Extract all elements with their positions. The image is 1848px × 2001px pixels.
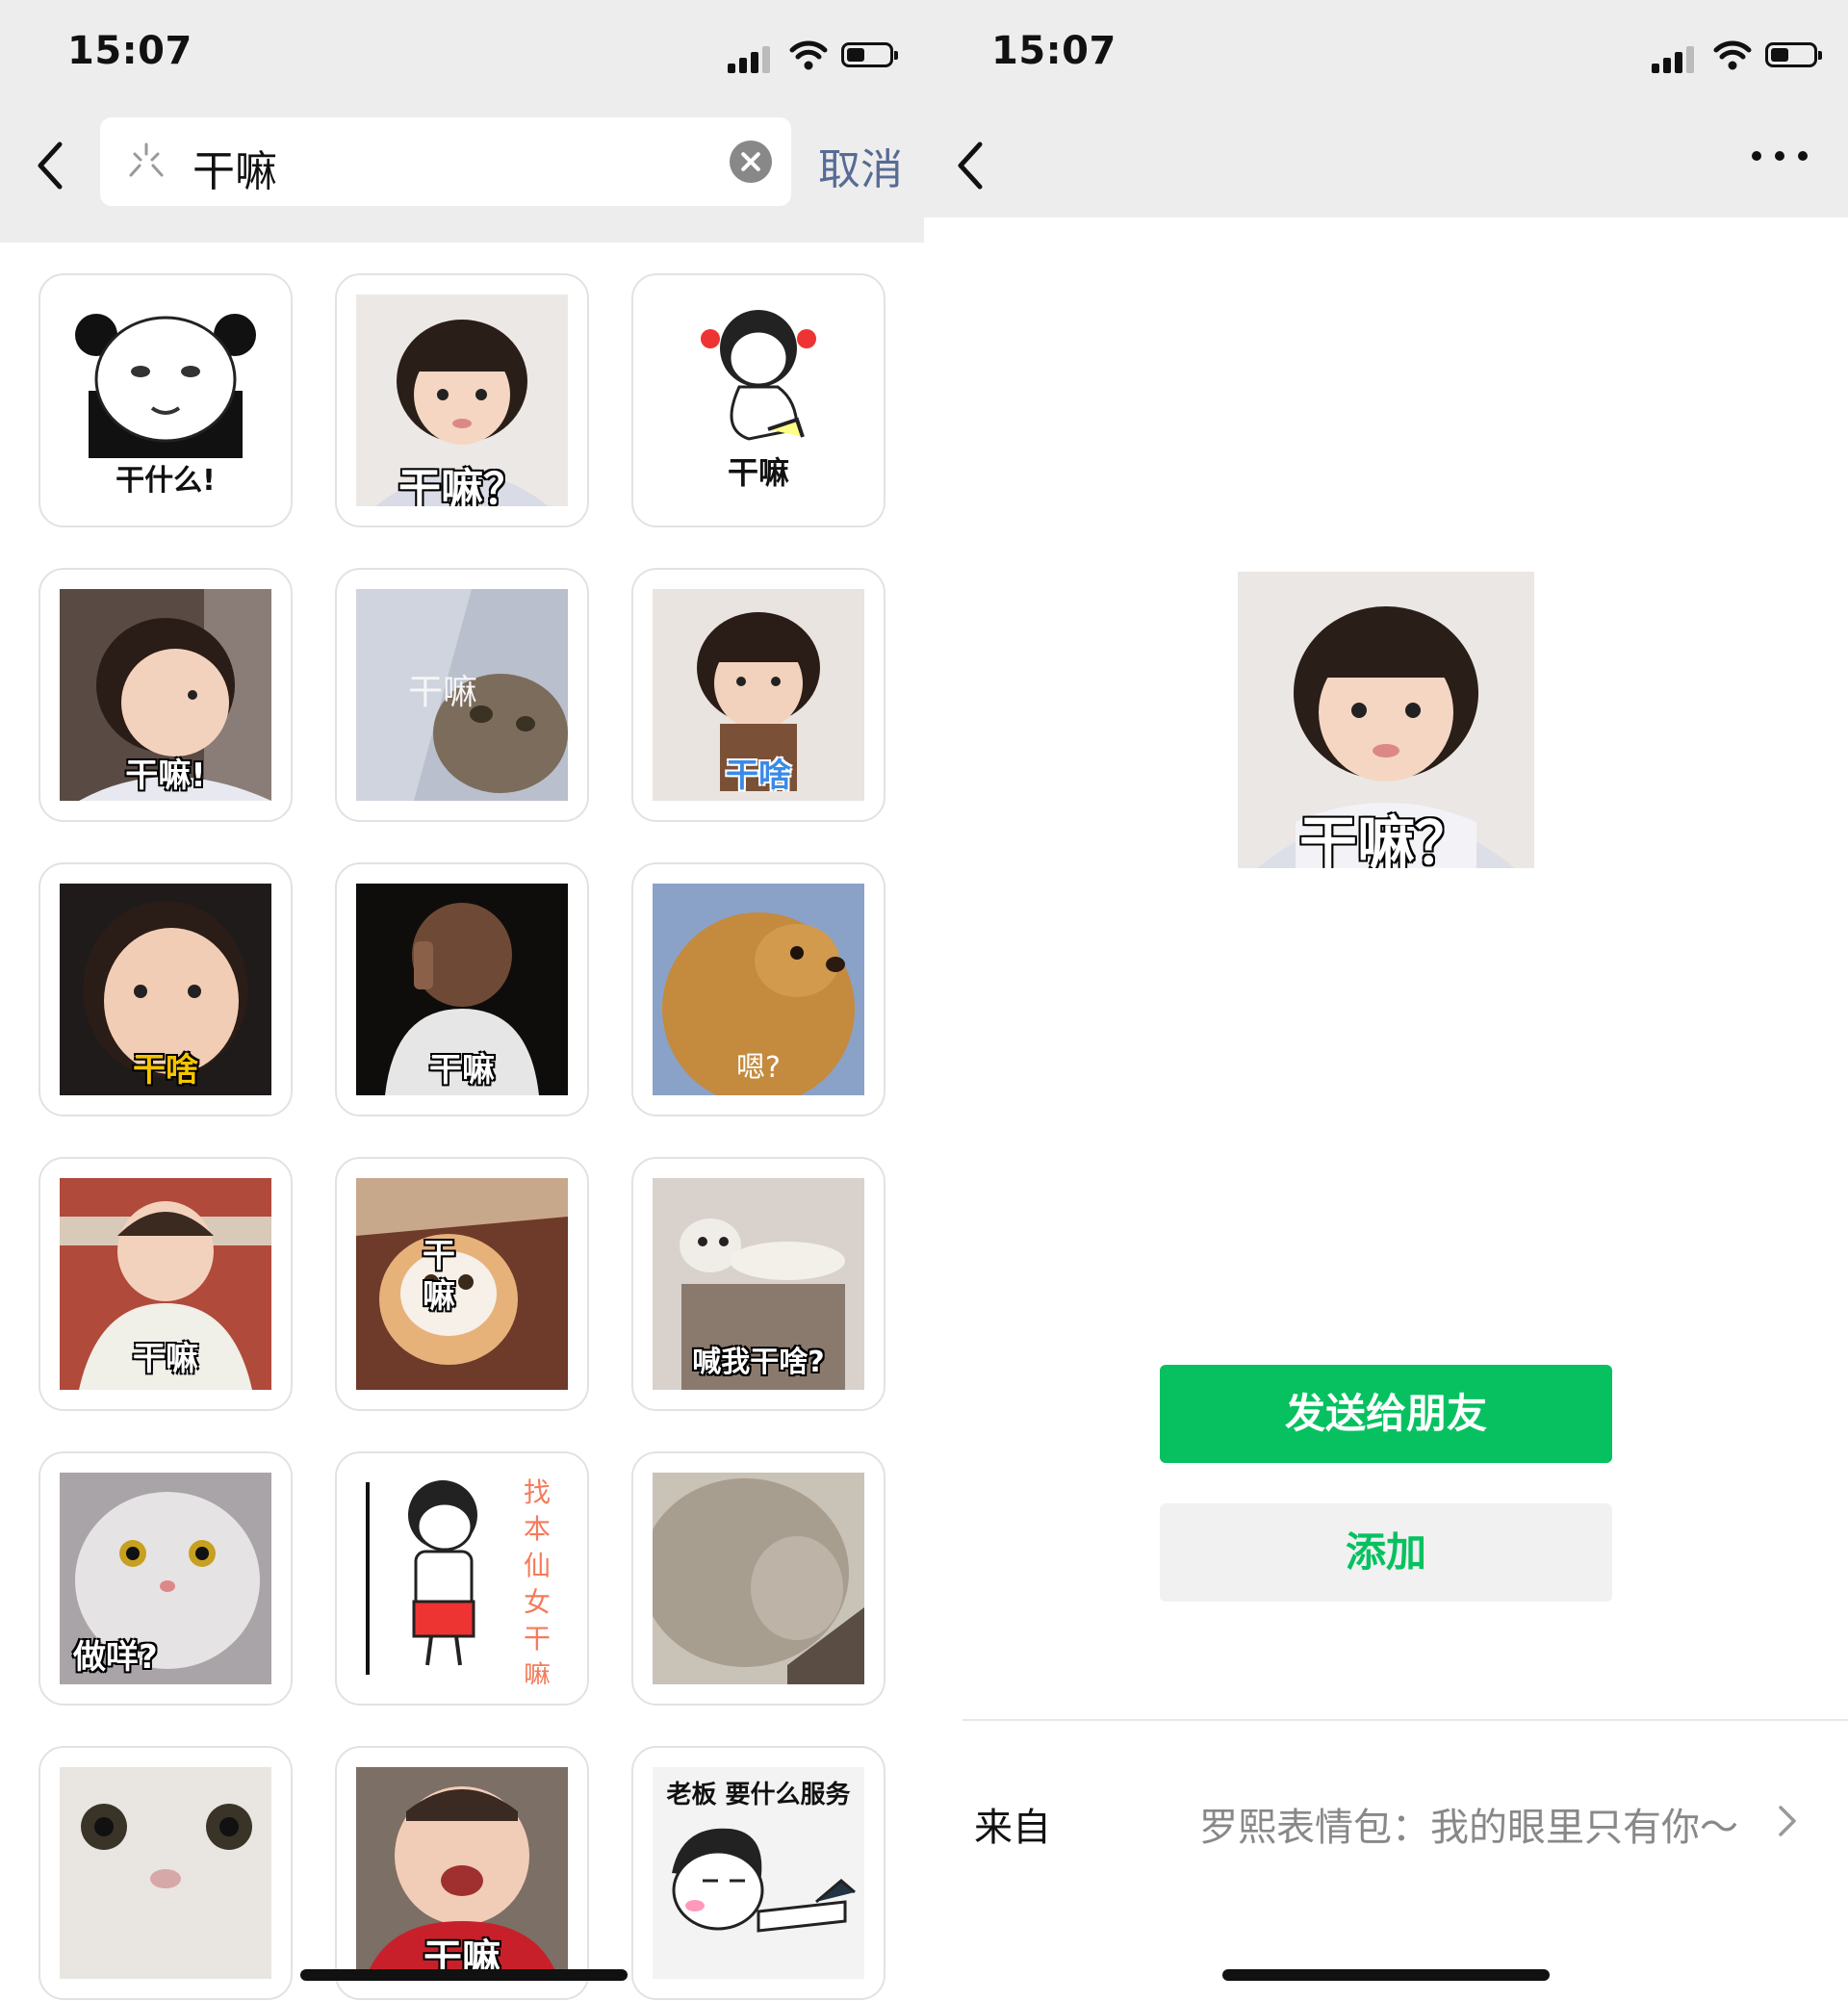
home-indicator xyxy=(1222,1969,1550,1981)
chevron-left-icon xyxy=(958,141,983,190)
sticker-caption: 嗯? xyxy=(736,1051,781,1085)
source-label: 来自 xyxy=(974,1806,1051,1850)
cat-photo-icon xyxy=(356,1178,568,1390)
search-input[interactable]: 干嘛 xyxy=(100,117,791,206)
home-indicator xyxy=(300,1969,628,1981)
back-button[interactable] xyxy=(949,137,997,194)
sticker-item[interactable]: 干嘛？ xyxy=(335,273,589,527)
sticker-item[interactable] xyxy=(631,1451,886,1706)
sticker-item[interactable]: 干嘛 xyxy=(335,1746,589,2000)
divider xyxy=(962,1719,1848,1721)
cartoon-girl-icon xyxy=(672,1828,856,1933)
status-bar: 15:07 xyxy=(0,0,924,114)
sticker-caption: 喊我干啥? xyxy=(692,1346,825,1379)
sticker-caption: 干嘛 xyxy=(407,673,477,712)
sticker-caption: 干嘛! xyxy=(125,757,206,795)
back-button[interactable] xyxy=(29,137,77,194)
sticker-item[interactable]: 干嘛 xyxy=(631,273,886,527)
sticker-item[interactable]: 老板 要什么服务 xyxy=(631,1746,886,2000)
battery-icon xyxy=(841,42,898,67)
status-time: 15:07 xyxy=(67,29,192,73)
sticker-item[interactable]: 嗯? xyxy=(631,862,886,1116)
sticker-caption: 干什么! xyxy=(116,464,216,498)
wifi-icon xyxy=(1713,40,1752,70)
sticker-item[interactable]: 干什么! xyxy=(38,273,293,527)
sticker-item[interactable]: 干啥 xyxy=(631,568,886,822)
sticker-item[interactable]: 干嘛 xyxy=(335,568,589,822)
sticker-caption: 干啥 xyxy=(133,1051,198,1090)
sticker-caption: 干嘛？ xyxy=(398,465,526,506)
cancel-button[interactable]: 取消 xyxy=(818,135,903,196)
sticker-search-icon xyxy=(129,142,164,177)
cat-photo-icon xyxy=(60,1767,271,1979)
source-pack-link[interactable]: 罗熙表情包：我的眼里只有你～ xyxy=(1199,1796,1738,1852)
sticker-caption: 干嘛 xyxy=(423,1237,455,1316)
status-bar: 15:07 xyxy=(924,0,1848,114)
clear-search-icon[interactable] xyxy=(730,141,772,183)
sticker-preview: 干嘛？ xyxy=(1238,572,1534,868)
sticker-item[interactable]: 干嘛 xyxy=(335,1157,589,1411)
sticker-item[interactable]: 干嘛 xyxy=(38,1157,293,1411)
chevron-right-icon xyxy=(1779,1806,1796,1836)
wifi-icon xyxy=(789,40,828,70)
sticker-caption: 干啥 xyxy=(726,757,791,795)
status-icons xyxy=(728,40,898,73)
more-options-button[interactable] xyxy=(1752,148,1810,167)
sticker-caption: 找本仙女干嘛 xyxy=(523,1476,551,1684)
battery-icon xyxy=(1765,42,1822,67)
add-sticker-button[interactable]: 添加 xyxy=(1160,1503,1612,1602)
sticker-detail-screen: 15:07 干嘛？ 发送给朋友 添加 来自 罗熙表情包：我的眼里只有你～ xyxy=(924,0,1848,2001)
sticker-caption: 干嘛 xyxy=(429,1051,495,1090)
sticker-item[interactable]: 喊我干啥? xyxy=(631,1157,886,1411)
search-query[interactable]: 干嘛 xyxy=(192,137,277,198)
sticker-caption: 干嘛 xyxy=(727,454,789,491)
cat-photo-icon xyxy=(653,1473,864,1684)
send-to-friend-button[interactable]: 发送给朋友 xyxy=(1160,1365,1612,1463)
sticker-search-screen: 15:07 干嘛 取消 干什么! 干嘛？ 干嘛 干嘛! 干嘛 干啥 干啥 干嘛 … xyxy=(0,0,924,2001)
chevron-left-icon xyxy=(38,141,63,190)
sticker-item[interactable]: 做咩? xyxy=(38,1451,293,1706)
sticker-caption: 做咩? xyxy=(73,1638,158,1677)
sticker-item[interactable]: 干嘛 xyxy=(335,862,589,1116)
sticker-caption: 干嘛 xyxy=(133,1340,198,1378)
sticker-item[interactable]: 找本仙女干嘛 xyxy=(335,1451,589,1706)
sticker-item[interactable]: 干啥 xyxy=(38,862,293,1116)
status-icons xyxy=(1652,40,1822,73)
preview-caption: 干嘛？ xyxy=(1299,810,1473,868)
sticker-item[interactable] xyxy=(38,1746,293,2000)
status-time: 15:07 xyxy=(991,29,1116,73)
sticker-item[interactable]: 干嘛! xyxy=(38,568,293,822)
